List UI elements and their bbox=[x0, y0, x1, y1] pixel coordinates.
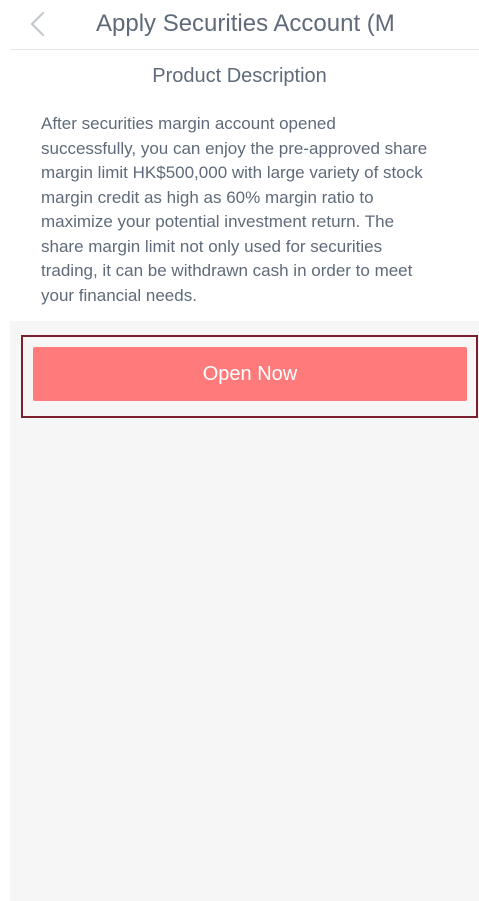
product-description: After securities margin account opened s… bbox=[41, 112, 475, 308]
description-line: After securities margin account opened bbox=[41, 114, 336, 133]
action-area bbox=[10, 321, 479, 901]
description-line: your financial needs. bbox=[41, 285, 197, 305]
chevron-left-icon bbox=[30, 11, 45, 37]
open-now-button[interactable]: Open Now bbox=[33, 347, 467, 401]
description-line: maximize your potential investment retur… bbox=[41, 212, 395, 231]
product-description-section: Product Description After securities mar… bbox=[10, 50, 479, 321]
description-line: margin limit HK$500,000 with large varie… bbox=[41, 163, 423, 182]
description-line: successfully, you can enjoy the pre-appr… bbox=[41, 138, 428, 158]
section-title: Product Description bbox=[152, 65, 327, 87]
app-screen: Apply Securities Account (M Product Desc… bbox=[0, 0, 479, 901]
description-line: share margin limit not only used for sec… bbox=[41, 236, 383, 256]
page-title: Apply Securities Account (M bbox=[96, 10, 395, 37]
top-navigation-bar: Apply Securities Account (M bbox=[10, 0, 479, 50]
description-line: trading, it can be withdrawn cash in ord… bbox=[41, 261, 413, 280]
description-line: margin credit as high as 60% margin rati… bbox=[41, 187, 374, 207]
back-button[interactable] bbox=[24, 8, 52, 40]
left-gutter bbox=[0, 0, 10, 901]
